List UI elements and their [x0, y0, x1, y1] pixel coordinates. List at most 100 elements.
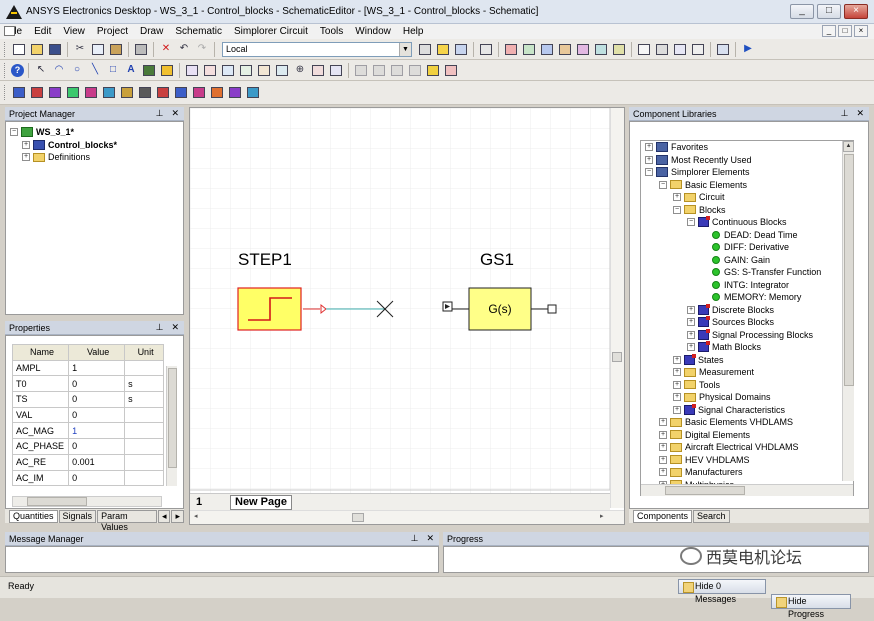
- analysis-location-select[interactable]: Local ▼: [222, 41, 412, 57]
- bus-icon[interactable]: [389, 62, 405, 78]
- tree-node-digital-elements[interactable]: + Digital Elements: [645, 429, 853, 442]
- mdi-restore-button[interactable]: □: [838, 25, 852, 37]
- tab-param-values[interactable]: Param Values: [97, 510, 157, 532]
- tab-signals[interactable]: Signals: [58, 510, 97, 523]
- comp-icon[interactable]: [119, 85, 135, 101]
- chevron-down-icon[interactable]: ▼: [399, 42, 411, 56]
- cut-icon[interactable]: ✂: [72, 41, 88, 57]
- toolbar-grip[interactable]: [4, 62, 7, 78]
- bus-icon[interactable]: [353, 62, 369, 78]
- tree-node-signal-processing-blocks[interactable]: + Signal Processing Blocks: [645, 328, 853, 342]
- expand-icon[interactable]: +: [659, 455, 667, 464]
- expand-icon[interactable]: +: [673, 380, 681, 389]
- tree-node-continuous-blocks[interactable]: − Continuous Blocks: [645, 216, 853, 229]
- menu-edit[interactable]: Edit: [28, 26, 57, 37]
- collapse-icon[interactable]: −: [687, 218, 695, 227]
- property-unit[interactable]: s: [124, 375, 164, 393]
- redo-icon[interactable]: ↷: [194, 41, 210, 57]
- bus-icon[interactable]: [407, 62, 423, 78]
- scroll-left-icon[interactable]: ◂: [194, 512, 198, 520]
- meter-icon[interactable]: [159, 62, 175, 78]
- toolbar-grip[interactable]: [4, 85, 7, 100]
- tab-scroll-right[interactable]: ▸: [171, 510, 184, 523]
- collapse-icon[interactable]: −: [10, 128, 18, 137]
- tree-node-physical-domains[interactable]: + Physical Domains: [645, 391, 853, 404]
- schematic-canvas[interactable]: [190, 108, 624, 493]
- expand-icon[interactable]: +: [659, 468, 667, 477]
- expand-icon[interactable]: +: [22, 153, 30, 162]
- tab-search[interactable]: Search: [693, 510, 730, 523]
- step1-label[interactable]: STEP1: [238, 250, 292, 270]
- library-vscroll[interactable]: ▲: [842, 141, 854, 481]
- probe-icon[interactable]: ⊕: [292, 62, 308, 78]
- pin-icon[interactable]: ⊥: [156, 322, 164, 333]
- expand-icon[interactable]: +: [687, 343, 695, 352]
- tree-node-recent[interactable]: + Most Recently Used: [645, 154, 853, 167]
- tab-quantities[interactable]: Quantities: [9, 510, 58, 523]
- open-icon[interactable]: [29, 41, 45, 57]
- gs1-output-pin[interactable]: [547, 304, 557, 314]
- pin-icon[interactable]: ⊥: [156, 108, 164, 119]
- scroll-up-icon[interactable]: ▲: [843, 141, 854, 152]
- property-value[interactable]: 0: [68, 438, 126, 455]
- property-value[interactable]: 1: [68, 359, 126, 377]
- report-icon[interactable]: [503, 41, 519, 57]
- rect-icon[interactable]: □: [105, 62, 121, 78]
- property-unit[interactable]: [124, 422, 164, 440]
- arc-icon[interactable]: ◠: [51, 62, 67, 78]
- report-icon[interactable]: [575, 41, 591, 57]
- expand-icon[interactable]: +: [687, 305, 695, 314]
- tree-node-definitions[interactable]: + Definitions: [10, 151, 183, 164]
- bus-icon[interactable]: [443, 62, 459, 78]
- report-icon[interactable]: [521, 41, 537, 57]
- column-header-name[interactable]: Name: [11, 344, 70, 361]
- property-row[interactable]: VAL 0: [11, 406, 164, 424]
- tab-new-page[interactable]: New Page: [230, 495, 292, 510]
- toolbar-grip[interactable]: [4, 41, 7, 57]
- expand-icon[interactable]: +: [687, 330, 695, 339]
- tree-node-simplorer-elements[interactable]: − Simplorer Elements: [645, 166, 853, 179]
- tree-node-measurement[interactable]: + Measurement: [645, 366, 853, 379]
- comp-icon[interactable]: [29, 85, 45, 101]
- collapse-icon[interactable]: −: [645, 168, 653, 177]
- tree-node-signal-characteristics[interactable]: + Signal Characteristics: [645, 403, 853, 417]
- property-value[interactable]: 0: [68, 406, 126, 424]
- tree-node-circuit[interactable]: + Circuit: [645, 191, 853, 204]
- sim-validate-icon[interactable]: [435, 41, 451, 57]
- property-value[interactable]: 0: [68, 375, 126, 393]
- sim-setup-icon[interactable]: [453, 41, 469, 57]
- expand-icon[interactable]: +: [22, 140, 30, 149]
- comp-icon[interactable]: [137, 85, 153, 101]
- copy-icon[interactable]: [90, 41, 106, 57]
- collapse-icon[interactable]: −: [659, 180, 667, 189]
- collapse-icon[interactable]: −: [673, 205, 681, 214]
- text-icon[interactable]: A: [123, 62, 139, 78]
- column-header-unit[interactable]: Unit: [124, 344, 164, 361]
- tree-node-blocks[interactable]: − Blocks: [645, 204, 853, 217]
- schematic-vscroll[interactable]: [610, 108, 624, 508]
- undo-icon[interactable]: ↶: [176, 41, 192, 57]
- property-row[interactable]: AMPL 1: [11, 359, 164, 377]
- property-unit[interactable]: [124, 406, 164, 424]
- comp-icon[interactable]: [227, 85, 243, 101]
- tree-node-tools[interactable]: + Tools: [645, 379, 853, 392]
- expand-icon[interactable]: +: [673, 405, 681, 414]
- menu-help[interactable]: Help: [397, 26, 430, 37]
- tree-node-states[interactable]: + States: [645, 353, 853, 367]
- tab-components[interactable]: Components: [633, 510, 693, 523]
- property-value[interactable]: 0.001: [68, 453, 126, 471]
- tree-node-gain[interactable]: GAIN: Gain: [645, 254, 853, 267]
- grid-icon[interactable]: [256, 62, 272, 78]
- tree-node-discrete-blocks[interactable]: + Discrete Blocks: [645, 303, 853, 317]
- view-icon[interactable]: [636, 41, 652, 57]
- expand-icon[interactable]: +: [659, 430, 667, 439]
- comp-icon[interactable]: [209, 85, 225, 101]
- tree-node-design[interactable]: + Control_blocks*: [10, 139, 183, 152]
- report-icon[interactable]: [328, 62, 344, 78]
- scroll-thumb[interactable]: [27, 497, 87, 506]
- menu-window[interactable]: Window: [349, 26, 397, 37]
- tree-node-project[interactable]: − WS_3_1*: [10, 126, 183, 139]
- param-icon[interactable]: [478, 41, 494, 57]
- tree-node-basic-elements[interactable]: − Basic Elements: [645, 179, 853, 192]
- properties-hscroll[interactable]: [12, 496, 162, 507]
